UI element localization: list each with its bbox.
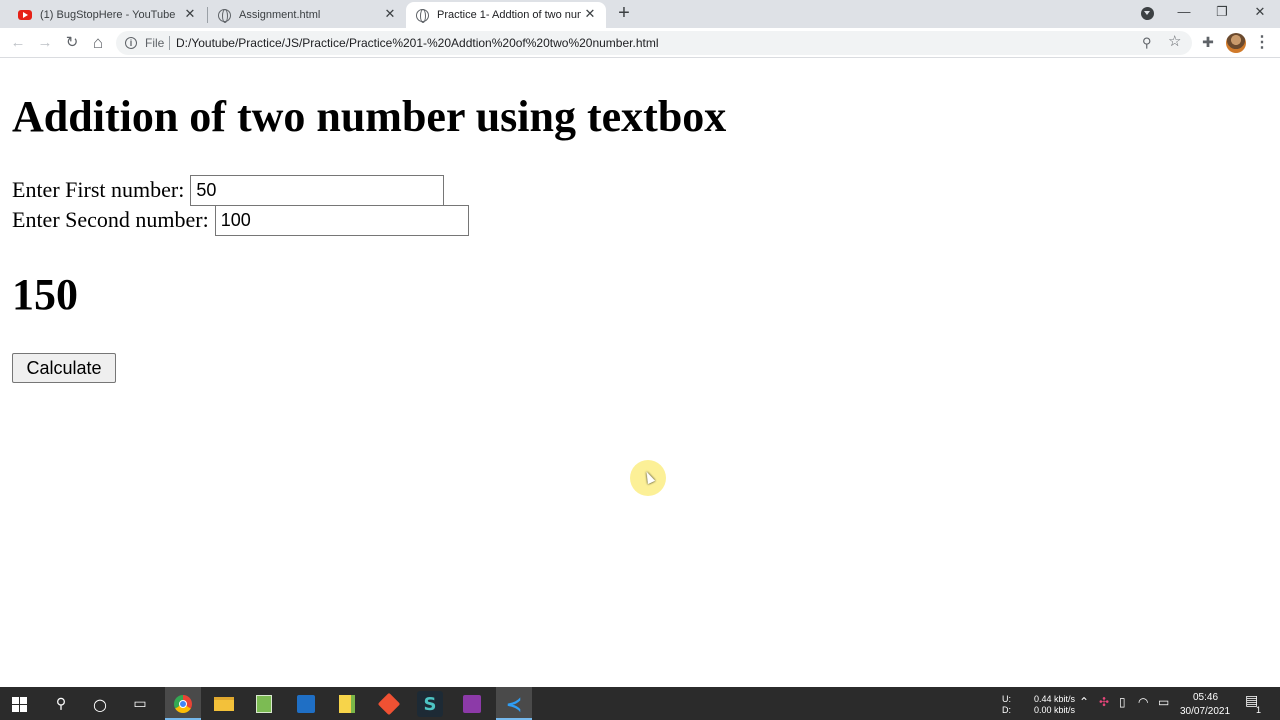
first-number-row: Enter First number: [12, 174, 445, 206]
address-bar[interactable]: i File D:/Youtube/Practice/JS/Practice/P… [116, 31, 1192, 55]
tray-app-icon[interactable]: ✣ [1099, 695, 1109, 709]
star-icon[interactable]: ☆ [1168, 34, 1184, 50]
back-button[interactable]: ← [8, 33, 28, 53]
taskbar: ⚲ ○ ▭ S ≺ U: D: 0.44 kbit/s 0.00 kbit/s … [0, 687, 1280, 720]
chevron-up-icon[interactable]: ⌃ [1079, 695, 1089, 709]
vscode-icon[interactable]: ≺ [501, 691, 527, 717]
new-tab-button[interactable]: + [614, 3, 634, 24]
forward-button[interactable]: → [35, 33, 55, 53]
net-down-speed: 0.00 kbit/s [1034, 705, 1076, 715]
cortana-icon[interactable]: ○ [87, 691, 113, 717]
tab-search-icon[interactable] [1141, 7, 1154, 20]
task-view-icon[interactable]: ▭ [127, 691, 153, 717]
tab-title: Practice 1- Addtion of two numb [437, 9, 581, 21]
tab-title: Assignment.html [239, 9, 321, 21]
first-number-input[interactable] [190, 174, 445, 206]
youtube-icon [18, 10, 32, 20]
net-up-label: U: [1002, 694, 1011, 704]
net-up-speed: 0.44 kbit/s [1034, 694, 1076, 704]
page-content: Addition of two number using textbox Ent… [0, 59, 1280, 687]
paint-icon[interactable] [459, 691, 485, 717]
sublime-icon[interactable]: S [417, 691, 443, 717]
file-explorer-icon[interactable] [211, 691, 237, 717]
home-button[interactable]: ⌂ [88, 33, 108, 53]
chrome-icon[interactable] [170, 691, 196, 717]
window-close-button[interactable]: ✕ [1242, 0, 1278, 26]
tab-strip: (1) BugStopHere - YouTube ✕ Assignment.h… [0, 0, 1280, 28]
tab-youtube[interactable]: (1) BugStopHere - YouTube ✕ [8, 2, 206, 28]
search-icon[interactable]: ⚲ [48, 691, 74, 717]
device-icon[interactable]: ▯ [1119, 695, 1126, 709]
globe-icon [218, 8, 231, 23]
globe-icon [416, 8, 429, 23]
url-text[interactable]: D:/Youtube/Practice/JS/Practice/Practice… [176, 36, 659, 50]
minimize-button[interactable]: — [1166, 0, 1202, 26]
close-icon[interactable]: ✕ [582, 6, 598, 22]
tab-assignment[interactable]: Assignment.html ✕ [208, 2, 406, 28]
browser-toolbar: ← → ↻ ⌂ i File D:/Youtube/Practice/JS/Pr… [0, 28, 1280, 58]
second-number-label: Enter Second number: [12, 207, 209, 232]
restore-button[interactable]: ❐ [1204, 0, 1240, 26]
extensions-icon[interactable]: ✚ [1200, 34, 1216, 50]
zoom-icon[interactable]: ⚲ [1142, 36, 1156, 50]
scheme-label: File [145, 36, 165, 50]
close-icon[interactable]: ✕ [382, 6, 398, 22]
battery-icon[interactable]: ▭ [1158, 695, 1169, 709]
git-icon[interactable] [376, 691, 402, 717]
close-icon[interactable]: ✕ [182, 6, 198, 22]
calculate-button[interactable]: Calculate [12, 353, 116, 383]
reload-button[interactable]: ↻ [62, 33, 82, 53]
clock-date[interactable]: 30/07/2021 [1180, 706, 1230, 717]
avatar[interactable] [1226, 33, 1246, 53]
wifi-icon[interactable]: ◠ [1138, 695, 1148, 709]
address-divider [169, 36, 170, 50]
tab-practice[interactable]: Practice 1- Addtion of two numb ✕ [406, 2, 606, 28]
sticky-notes-icon[interactable] [334, 691, 360, 717]
kebab-menu-icon[interactable]: ⋮ [1254, 33, 1270, 53]
outlook-icon[interactable] [293, 691, 319, 717]
start-icon[interactable] [12, 697, 27, 712]
info-icon[interactable]: i [125, 37, 137, 49]
notepad-icon[interactable] [251, 691, 277, 717]
page-title: Addition of two number using textbox [12, 92, 727, 141]
first-number-label: Enter First number: [12, 177, 185, 202]
clock-time[interactable]: 05:46 [1193, 692, 1218, 703]
tab-title: (1) BugStopHere - YouTube [40, 9, 176, 21]
result-value: 150 [12, 270, 78, 319]
net-down-label: D: [1002, 705, 1011, 715]
second-number-row: Enter Second number: [12, 204, 469, 236]
notification-count: 1 [1256, 705, 1262, 715]
second-number-input[interactable] [214, 204, 469, 236]
